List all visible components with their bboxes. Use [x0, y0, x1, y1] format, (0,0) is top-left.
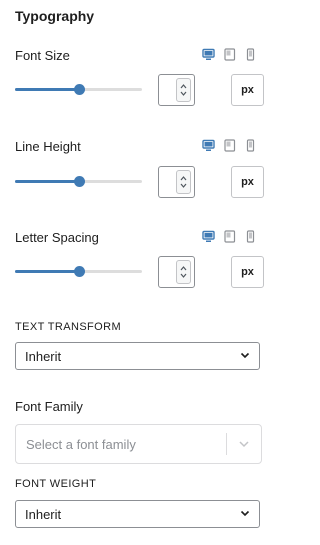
- font-weight-label: FONT WEIGHT: [15, 478, 97, 490]
- slider-thumb[interactable]: [73, 176, 85, 187]
- font-size-input[interactable]: [158, 74, 195, 106]
- font-weight-value: Inherit: [25, 506, 62, 522]
- font-size-slider[interactable]: [15, 82, 142, 96]
- line-height-input[interactable]: [158, 166, 195, 198]
- desktop-icon[interactable]: [202, 48, 215, 61]
- line-height-label: Line Height: [15, 139, 81, 154]
- mobile-icon[interactable]: [244, 139, 257, 152]
- font-family-label: Font Family: [15, 399, 83, 414]
- letter-spacing-label: Letter Spacing: [15, 230, 99, 245]
- desktop-icon[interactable]: [202, 230, 215, 243]
- line-height-slider[interactable]: [15, 174, 142, 188]
- text-transform-select[interactable]: Inherit: [15, 342, 260, 370]
- font-family-select[interactable]: Select a font family: [15, 424, 262, 464]
- letter-spacing-input[interactable]: [158, 256, 195, 288]
- number-spinner[interactable]: [176, 170, 191, 194]
- tablet-icon[interactable]: [223, 48, 236, 61]
- letter-spacing-unit-button[interactable]: px: [231, 256, 264, 288]
- number-spinner[interactable]: [176, 260, 191, 284]
- line-height-device-switcher: [202, 139, 257, 152]
- slider-fill: [15, 270, 79, 273]
- slider-fill: [15, 180, 79, 183]
- font-size-unit-button[interactable]: px: [231, 74, 264, 106]
- line-height-unit-button[interactable]: px: [231, 166, 264, 198]
- chevron-down-icon[interactable]: [227, 437, 261, 451]
- section-title: Typography: [15, 8, 95, 24]
- slider-fill: [15, 88, 79, 91]
- font-weight-select[interactable]: Inherit: [15, 500, 260, 528]
- tablet-icon[interactable]: [223, 230, 236, 243]
- chevron-down-icon: [239, 507, 251, 522]
- chevron-down-icon: [239, 349, 251, 364]
- font-size-label: Font Size: [15, 48, 70, 63]
- letter-spacing-slider[interactable]: [15, 264, 142, 278]
- letter-spacing-device-switcher: [202, 230, 257, 243]
- text-transform-value: Inherit: [25, 348, 62, 364]
- font-family-placeholder: Select a font family: [26, 436, 136, 452]
- slider-thumb[interactable]: [73, 84, 85, 95]
- desktop-icon[interactable]: [202, 139, 215, 152]
- mobile-icon[interactable]: [244, 230, 257, 243]
- font-size-device-switcher: [202, 48, 257, 61]
- number-spinner[interactable]: [176, 78, 191, 102]
- text-transform-label: TEXT TRANSFORM: [15, 321, 122, 333]
- slider-thumb[interactable]: [73, 266, 85, 277]
- tablet-icon[interactable]: [223, 139, 236, 152]
- mobile-icon[interactable]: [244, 48, 257, 61]
